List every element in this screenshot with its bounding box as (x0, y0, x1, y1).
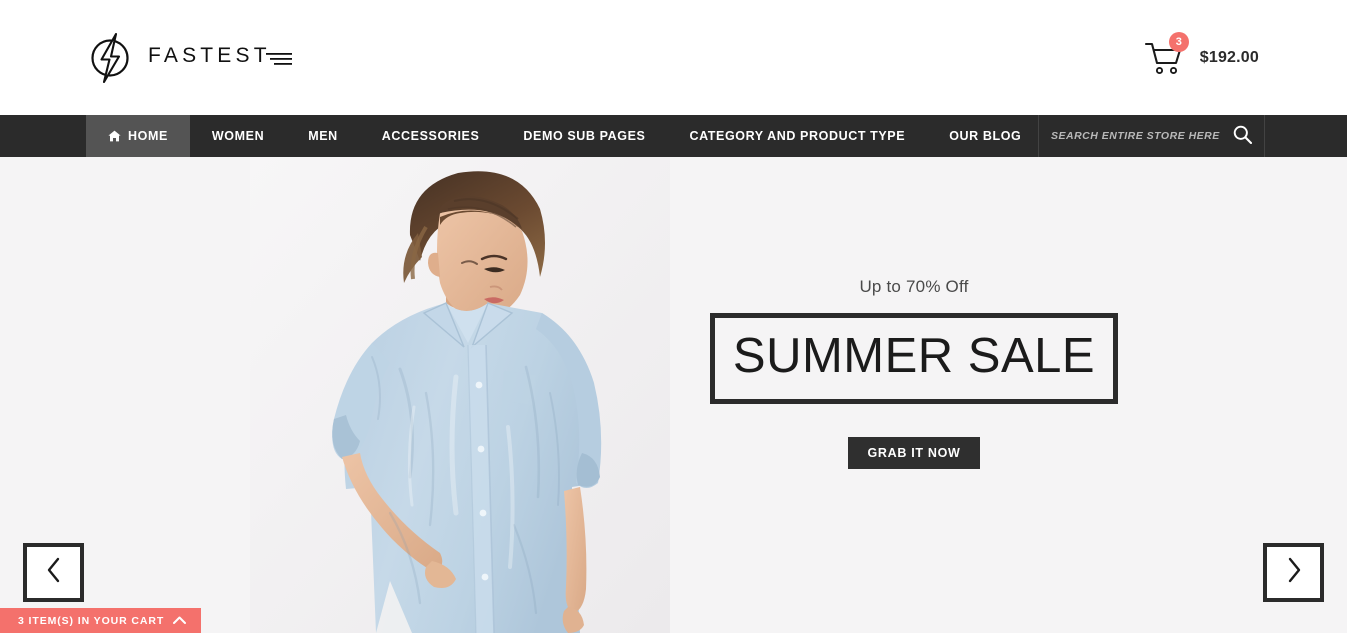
page-root: FASTEST 3 $192.00 HOME WOMEN MEN ACCESSO… (0, 0, 1347, 633)
search-bar (1038, 115, 1265, 157)
nav-item-label: OUR BLOG (949, 129, 1022, 143)
nav-item-label: WOMEN (211, 129, 265, 143)
search-submit-button[interactable] (1220, 115, 1264, 157)
chevron-left-icon (46, 557, 62, 588)
nav-item-category-and-product-type[interactable]: CATEGORY AND PRODUCT TYPE (667, 115, 927, 157)
nav-item-women[interactable]: WOMEN (190, 115, 286, 157)
cart-icon-wrapper[interactable]: 3 (1144, 32, 1189, 77)
search-icon (1233, 125, 1252, 147)
hero-banner: Up to 70% Off SUMMER SALE GRAB IT NOW (0, 157, 1347, 633)
hero-model-image (250, 157, 670, 633)
svg-text:FASTEST: FASTEST (148, 44, 271, 67)
nav-item-label: DEMO SUB PAGES (523, 129, 646, 143)
nav-left-spacer (0, 115, 86, 157)
grab-it-now-button[interactable]: GRAB IT NOW (848, 437, 980, 469)
cart-total-amount: $192.00 (1199, 49, 1259, 66)
cart-count-badge: 3 (1168, 32, 1189, 52)
nav-item-our-blog[interactable]: OUR BLOG (927, 115, 1043, 157)
nav-item-home[interactable]: HOME (86, 115, 190, 157)
nav-item-label: HOME (128, 129, 168, 143)
nav-item-label: MEN (308, 129, 338, 143)
carousel-next-button[interactable] (1263, 543, 1324, 602)
search-input[interactable] (1039, 130, 1220, 142)
cart-items-bar[interactable]: 3 ITEM(S) IN YOUR CART (0, 608, 202, 633)
cart-items-bar-label: 3 ITEM(S) IN YOUR CART (18, 614, 165, 627)
site-header: FASTEST 3 $192.00 (0, 0, 1347, 115)
chevron-right-icon (1286, 557, 1302, 588)
nav-list: HOME WOMEN MEN ACCESSORIES DEMO SUB PAGE… (86, 115, 1043, 157)
lightning-bolt-circle-icon (86, 32, 134, 84)
carousel-prev-button[interactable] (23, 543, 84, 602)
nav-item-accessories[interactable]: ACCESSORIES (360, 115, 502, 157)
home-icon (108, 130, 121, 142)
nav-item-label: ACCESSORIES (381, 129, 480, 143)
cart-summary[interactable]: 3 $192.00 (1144, 32, 1259, 78)
brand-logo[interactable]: FASTEST (86, 30, 298, 86)
hero-title: SUMMER SALE (732, 329, 1096, 383)
nav-item-men[interactable]: MEN (286, 115, 360, 157)
hero-copy: Up to 70% Off SUMMER SALE GRAB IT NOW (710, 277, 1118, 469)
chevron-up-icon (173, 615, 187, 627)
hero-eyebrow: Up to 70% Off (859, 277, 969, 296)
nav-item-label: CATEGORY AND PRODUCT TYPE (689, 129, 906, 143)
hero-title-box: SUMMER SALE (710, 313, 1118, 404)
nav-item-demo-sub-pages[interactable]: DEMO SUB PAGES (501, 115, 667, 157)
brand-wordmark: FASTEST (148, 40, 298, 77)
